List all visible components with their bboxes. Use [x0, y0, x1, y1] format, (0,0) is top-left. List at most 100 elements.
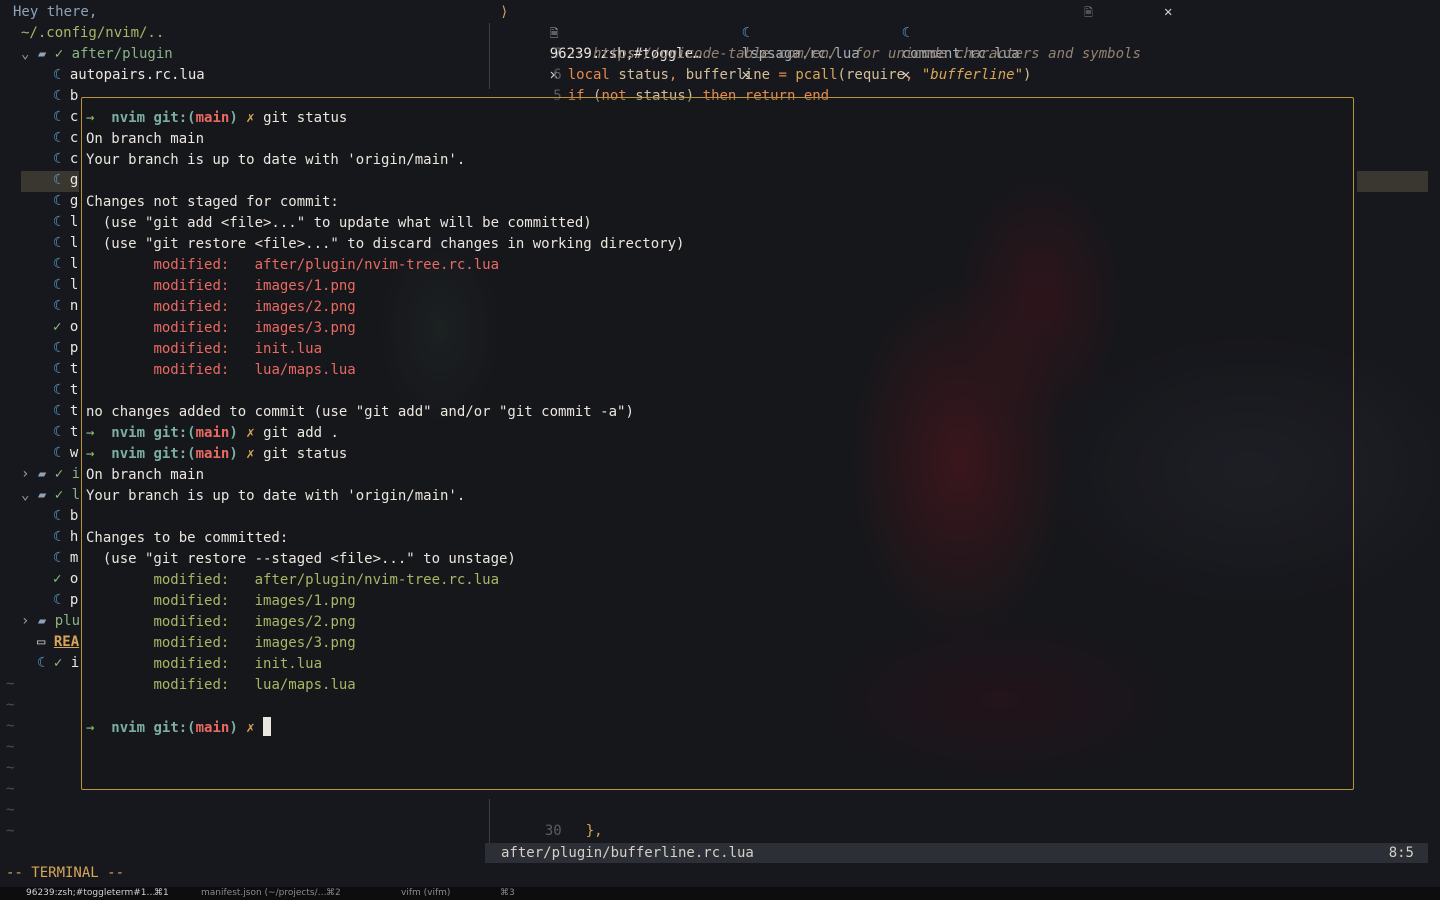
folder-icon: ▰: [37, 46, 55, 62]
tree-item-label: c: [69, 109, 79, 125]
prompt-arrow-icon: →: [86, 425, 112, 441]
status-label: modified:: [153, 572, 230, 588]
tree-item[interactable]: ✓ o: [53, 569, 78, 590]
tab-terminal[interactable]: 🗎 96239:zsh;#toggle… ✕: [516, 2, 702, 83]
chevron-icon[interactable]: ›: [21, 466, 38, 482]
prompt-dirty-icon: ✗: [246, 425, 255, 441]
tree-item[interactable]: ☾ g: [53, 191, 78, 212]
statusline-file: after/plugin/bufferline.rc.lua: [501, 845, 754, 861]
chevron-icon[interactable]: ⌄: [21, 46, 38, 62]
tree-item[interactable]: › ▰ ✓ i: [21, 464, 80, 485]
lua-file-icon: ☾: [53, 67, 70, 83]
lua-file-icon: ☾: [53, 529, 70, 545]
window-tab-3[interactable]: vifm (vifm): [401, 887, 450, 900]
window-tab-2[interactable]: manifest.json (~/projects/…: [201, 887, 327, 900]
lua-file-icon: ☾: [53, 235, 70, 251]
status-label: modified:: [153, 299, 230, 315]
tree-item[interactable]: ☾ t: [53, 380, 78, 401]
tree-item[interactable]: ☾ n: [53, 296, 78, 317]
lua-file-icon: ☾: [53, 109, 70, 125]
terminal-line: (use "git add <file>..." to update what …: [86, 215, 592, 231]
tree-item[interactable]: ☾ b: [53, 506, 78, 527]
status-label: modified:: [153, 677, 230, 693]
tree-item[interactable]: ☾ c: [53, 128, 78, 149]
tree-item[interactable]: ☾ t: [53, 422, 78, 443]
prompt-git-close: ): [229, 425, 238, 441]
lua-file-icon: ☾: [53, 361, 70, 377]
tree-item[interactable]: ☾ c: [53, 107, 78, 128]
terminal-line: modified: images/2.png: [86, 612, 355, 633]
tree-item-label: b: [69, 88, 79, 104]
tree-item[interactable]: ⌄ ▰ ✓ after/plugin: [21, 44, 173, 65]
tree-item[interactable]: ☾ l: [53, 275, 78, 296]
tree-item[interactable]: ☾ w: [53, 443, 78, 464]
tree-item-label: g: [69, 172, 79, 188]
empty-line-tilde: ~: [6, 739, 15, 755]
tree-item-label: after/plugin: [71, 46, 173, 62]
tree-item-label: l: [71, 487, 81, 503]
root-path[interactable]: ~/.config/nvim/..: [21, 23, 164, 44]
tree-item[interactable]: ☾ c: [53, 149, 78, 170]
code-line: 6 local status, bufferline = pcall(requir…: [494, 44, 1031, 83]
tree-item[interactable]: ✓ o: [53, 317, 78, 338]
status-label: modified:: [153, 635, 230, 651]
tree-item[interactable]: ☾ l: [53, 254, 78, 275]
tree-item[interactable]: ☾ h: [53, 527, 78, 548]
floating-terminal[interactable]: → nvim git:(main) ✗ git status On branch …: [81, 97, 1354, 790]
tree-item[interactable]: ☾ p: [53, 338, 78, 359]
terminal-line: → nvim git:(main) ✗ git add .: [86, 423, 339, 444]
close-all-icon[interactable]: ✕: [1164, 2, 1172, 23]
statusline: after/plugin/bufferline.rc.lua 8:5: [485, 843, 1428, 863]
tree-item[interactable]: › ▰ plu: [21, 611, 80, 632]
tree-item[interactable]: ☾ m: [53, 548, 78, 569]
tree-item[interactable]: ☾ t: [53, 359, 78, 380]
empty-line-tilde: ~: [6, 802, 15, 818]
file-icon: 🗎: [1084, 6, 1093, 19]
prompt-branch: main: [195, 425, 230, 441]
tree-item[interactable]: ☾ g: [53, 170, 78, 191]
tree-item[interactable]: ☾ ✓ i: [37, 653, 79, 674]
tree-item-label: o: [69, 319, 79, 335]
terminal-line: modified: after/plugin/nvim-tree.rc.lua: [86, 570, 499, 591]
terminal-line: no changes added to commit (use "git add…: [86, 404, 634, 420]
chevron-icon[interactable]: ›: [21, 613, 38, 629]
tree-item[interactable]: ☾ l: [53, 233, 78, 254]
tree-item[interactable]: ☾ p: [53, 590, 78, 611]
tree-item[interactable]: ☾ autopairs.rc.lua: [53, 65, 205, 86]
terminal-line: Your branch is up to date with 'origin/m…: [86, 152, 466, 168]
status-label: modified:: [153, 341, 230, 357]
tree-item-label: b: [69, 508, 79, 524]
terminal-line: → nvim git:(main) ✗: [86, 717, 272, 738]
tree-item-label: autopairs.rc.lua: [69, 67, 205, 83]
terminal-line: modified: after/plugin/nvim-tree.rc.lua: [86, 255, 499, 276]
tree-item[interactable]: ☾ t: [53, 401, 78, 422]
tab-comment[interactable]: ☾ comment.rc.lua ✕: [868, 2, 1020, 83]
tab-lspsaga[interactable]: ☾ lspsaga.rc.lua ✕: [708, 2, 860, 83]
git-ok-icon: ✓: [53, 571, 70, 587]
terminal-line: (use "git restore <file>..." to discard …: [86, 236, 685, 252]
tree-item[interactable]: ☾ b: [53, 86, 78, 107]
terminal-line: modified: lua/maps.lua: [86, 360, 355, 381]
tree-item-label: n: [69, 298, 79, 314]
lua-file-icon: ☾: [53, 298, 70, 314]
empty-line-tilde: ~: [6, 781, 15, 797]
prompt-branch: main: [195, 720, 230, 736]
tree-item-label: i: [70, 655, 80, 671]
status-label: modified:: [153, 278, 230, 294]
lua-file-icon: ☾: [53, 193, 70, 209]
git-status-icon: ✓: [54, 466, 72, 482]
tree-item[interactable]: ▭ REA: [37, 632, 79, 653]
status-file: after/plugin/nvim-tree.rc.lua: [254, 257, 500, 273]
tree-item[interactable]: ☾ l: [53, 212, 78, 233]
lua-file-icon: ☾: [53, 151, 70, 167]
tree-item[interactable]: ⌄ ▰ ✓ l: [21, 485, 80, 506]
prompt-command: git status: [263, 110, 348, 126]
window-tab-1[interactable]: 96239:zsh;#toggleterm#1…: [26, 887, 156, 900]
lua-file-icon: ☾: [53, 130, 70, 146]
status-file: init.lua: [254, 656, 323, 672]
statusline-position: 8:5: [1388, 845, 1414, 861]
prompt-git: git:(: [153, 446, 196, 462]
terminal-cursor[interactable]: [263, 717, 272, 736]
chevron-icon[interactable]: ⌄: [21, 487, 38, 503]
tree-item-label: p: [69, 340, 79, 356]
